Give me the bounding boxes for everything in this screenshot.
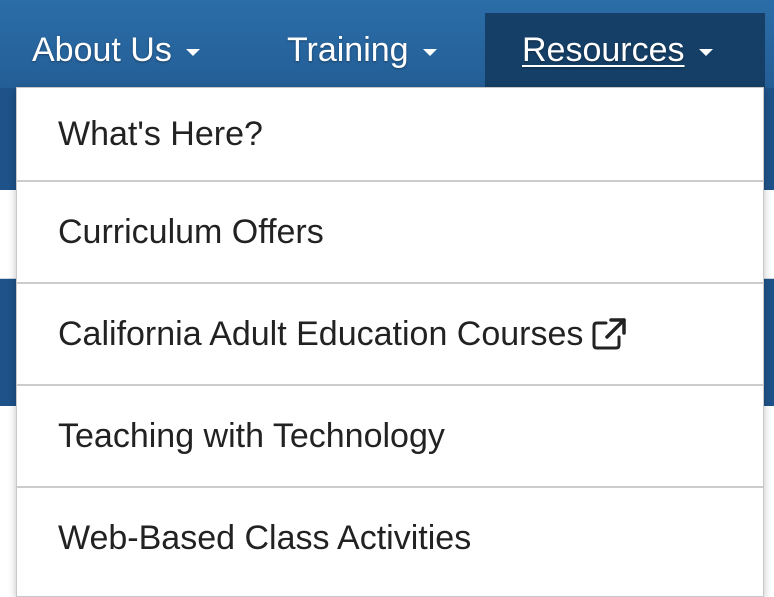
menu-item-teaching-with-technology[interactable]: Teaching with Technology (17, 385, 763, 487)
nav-training-label: Training (287, 31, 409, 69)
menu-item-label: California Adult Education Courses (58, 314, 584, 353)
menu-item-whats-here[interactable]: What's Here? (17, 88, 763, 181)
menu-item-california-adult-education-courses[interactable]: California Adult Education Courses (17, 283, 763, 385)
caret-down-icon (185, 49, 200, 56)
menu-item-label: Curriculum Offers (58, 212, 324, 251)
menu-item-web-based-class-activities[interactable]: Web-Based Class Activities (17, 487, 763, 589)
caret-down-icon (422, 49, 437, 56)
nav-resources-label: Resources (522, 31, 685, 69)
menu-item-label: Teaching with Technology (58, 416, 445, 455)
page-background: About Us Training Resources What's Here?… (0, 0, 774, 597)
nav-about-us[interactable]: About Us (32, 13, 200, 88)
menu-item-curriculum-offers[interactable]: Curriculum Offers (17, 181, 763, 283)
resources-dropdown-menu: What's Here? Curriculum Offers Californi… (16, 87, 764, 597)
nav-about-us-label: About Us (32, 31, 172, 69)
nav-training[interactable]: Training (287, 13, 437, 88)
menu-item-label: What's Here? (58, 115, 263, 153)
external-link-icon (592, 318, 627, 350)
menu-item-label: Web-Based Class Activities (58, 518, 472, 557)
nav-resources[interactable]: Resources (485, 13, 765, 88)
caret-down-icon (698, 49, 713, 56)
